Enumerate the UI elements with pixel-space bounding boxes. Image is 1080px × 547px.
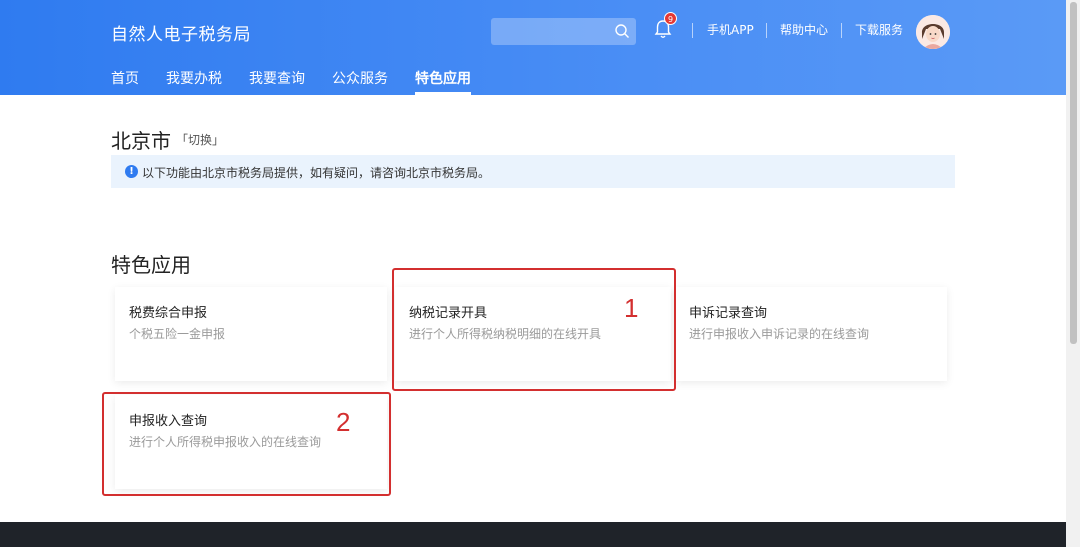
nav-query[interactable]: 我要查询 bbox=[249, 68, 305, 95]
help-center-link[interactable]: 帮助中心 bbox=[780, 23, 828, 38]
card-title: 申诉记录查询 bbox=[689, 306, 768, 321]
annotation-number-1: 1 bbox=[624, 293, 639, 323]
nav-tax-handling[interactable]: 我要办税 bbox=[166, 68, 222, 95]
card-desc: 个税五险一金申报 bbox=[129, 327, 226, 341]
page-footer bbox=[0, 522, 1066, 547]
main-nav: 首页 我要办税 我要查询 公众服务 特色应用 bbox=[111, 68, 498, 95]
divider bbox=[841, 23, 842, 38]
divider bbox=[766, 23, 767, 38]
annotation-box-1 bbox=[392, 268, 676, 391]
section-title: 特色应用 bbox=[111, 253, 191, 277]
search-input[interactable] bbox=[491, 18, 636, 45]
user-avatar-icon bbox=[916, 15, 950, 49]
info-icon: ! bbox=[125, 165, 138, 178]
card-appeal-record-query[interactable]: 申诉记录查询 进行申报收入申诉记录的在线查询 bbox=[675, 287, 947, 381]
notice-text: 以下功能由北京市税务局提供，如有疑问，请咨询北京市税务局。 bbox=[142, 166, 491, 180]
nav-featured-apps[interactable]: 特色应用 bbox=[415, 68, 471, 95]
card-tax-comprehensive-declaration[interactable]: 税费综合申报 个税五险一金申报 bbox=[115, 287, 387, 381]
search-icon[interactable] bbox=[614, 23, 630, 39]
vertical-scrollbar[interactable] bbox=[1066, 0, 1080, 547]
annotation-number-2: 2 bbox=[336, 407, 351, 437]
nav-home[interactable]: 首页 bbox=[111, 68, 139, 95]
notification-badge: 9 bbox=[664, 12, 677, 25]
switch-city-link[interactable]: 「切换」 bbox=[176, 131, 224, 148]
card-desc: 进行申报收入申诉记录的在线查询 bbox=[689, 327, 870, 341]
notice-bar: ! 以下功能由北京市税务局提供，如有疑问，请咨询北京市税务局。 bbox=[111, 155, 955, 188]
city-title: 北京市 bbox=[111, 129, 171, 153]
avatar[interactable] bbox=[916, 15, 950, 49]
download-service-link[interactable]: 下载服务 bbox=[855, 23, 903, 38]
top-header: 自然人电子税务局 9 手机APP 帮助中心 下载服务 首页 我要办税 我要查询 … bbox=[0, 0, 1066, 95]
nav-public-service[interactable]: 公众服务 bbox=[332, 68, 388, 95]
scrollbar-thumb[interactable] bbox=[1070, 2, 1077, 344]
site-brand[interactable]: 自然人电子税务局 bbox=[111, 20, 251, 45]
mobile-app-link[interactable]: 手机APP bbox=[707, 23, 754, 38]
card-title: 税费综合申报 bbox=[129, 306, 208, 321]
divider bbox=[692, 23, 693, 38]
